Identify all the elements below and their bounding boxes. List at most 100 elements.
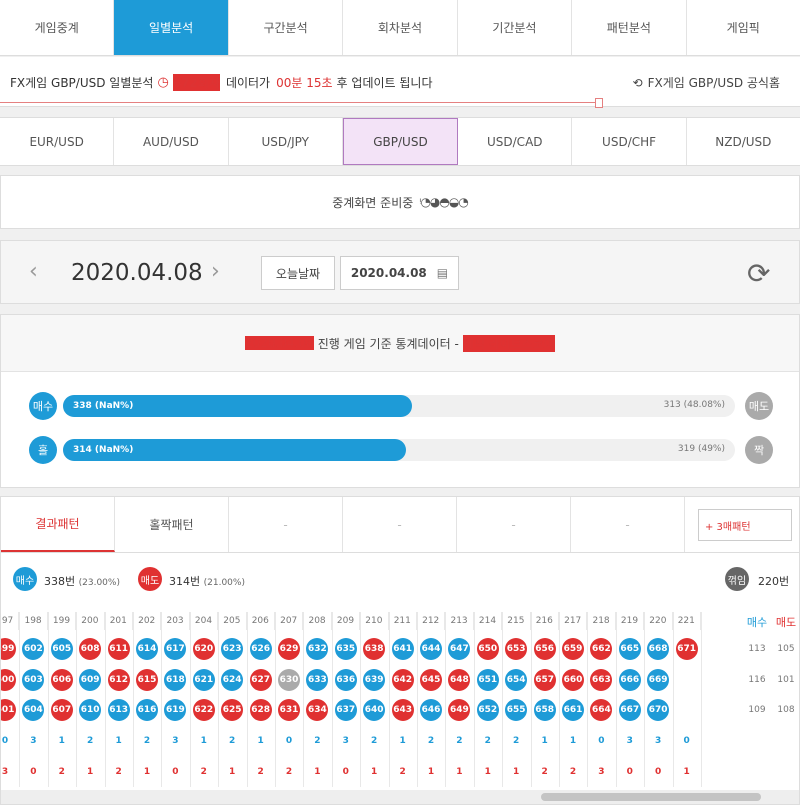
count-red: 2 (541, 767, 548, 777)
tab-0[interactable]: 게임중계 (0, 0, 115, 55)
time-text: 00분 15초 (276, 76, 333, 90)
grid-divider (502, 612, 504, 787)
info-middle: 데이터가 (225, 76, 271, 90)
horizontal-scrollbar[interactable] (1, 790, 799, 804)
currency-tab-6[interactable]: NZD/USD (687, 118, 800, 165)
count-blue: 3 (655, 736, 662, 746)
count-blue: 2 (229, 736, 236, 746)
result-ball: 665 (618, 638, 641, 660)
count-red: 0 (655, 767, 662, 777)
sell-pct: (21.00%) (203, 578, 245, 588)
result-ball: 636 (334, 669, 357, 691)
today-button[interactable]: 오늘날짜 (261, 256, 335, 290)
tab-4[interactable]: 기간분석 (458, 0, 573, 55)
right-badge: 짝 (745, 436, 773, 464)
count-red: 1 (513, 767, 520, 777)
pattern-tab-3[interactable]: - (343, 497, 457, 552)
result-ball: 622 (192, 699, 215, 721)
refresh-icon[interactable]: ⟳ (747, 257, 770, 290)
official-home-link[interactable]: ⟲ FX게임 GBP/USD 공식홈 (633, 74, 780, 91)
grid-divider (701, 612, 702, 787)
result-ball: 632 (306, 638, 329, 660)
result-ball: 638 (363, 638, 386, 660)
result-ball: 666 (618, 669, 641, 691)
count-red: 1 (143, 767, 151, 777)
result-ball: 604 (22, 699, 45, 721)
result-ball: 615 (136, 669, 158, 691)
result-ball: 609 (79, 669, 102, 691)
count-blue: 2 (456, 736, 463, 746)
tab-1[interactable]: 일별분석 (114, 0, 229, 55)
info-bar: FX게임 GBP/USD 일별분석 ◷ 672회차 데이터가 00분 15초 후… (0, 57, 800, 108)
column-header: 210 (360, 612, 389, 630)
result-ball: 654 (505, 669, 528, 691)
result-ball: 624 (221, 669, 244, 691)
next-date-icon[interactable]: › (211, 259, 220, 284)
count-red: 1 (371, 767, 378, 777)
pattern-tab-2[interactable]: - (229, 497, 343, 552)
top-tabs: 게임중계 일별분석 구간분석 회차분석 기간분석 패턴분석 게임픽 (0, 0, 800, 56)
side-value: 116 (748, 675, 766, 685)
grid-divider (47, 612, 49, 787)
count-blue: 2 (484, 736, 491, 746)
ratio-right-text: 319 (49%) (677, 444, 725, 454)
tab-3[interactable]: 회차분석 (343, 0, 458, 55)
grid-divider (417, 612, 418, 787)
result-ball: 619 (164, 699, 187, 721)
tab-6[interactable]: 게임픽 (687, 0, 800, 55)
pattern-tab-1[interactable]: 홀짝패턴 (115, 497, 229, 552)
count-red: 2 (399, 767, 406, 777)
ratio-row: 홀 314 (NaN%) 319 (49%) 짝 (29, 436, 773, 464)
scrollbar-thumb[interactable] (541, 793, 761, 801)
pattern-tab-0[interactable]: 결과패턴 (1, 497, 115, 552)
column-header: 205 (218, 612, 247, 630)
count-blue: 1 (58, 736, 65, 746)
result-ball: 650 (476, 638, 499, 660)
currency-tab-1[interactable]: AUD/USD (114, 118, 229, 165)
side-value: 108 (777, 705, 795, 715)
stats-source: 베픽 라이브스코어 (462, 334, 555, 352)
progress-line (0, 98, 603, 108)
side-value: 109 (748, 705, 766, 715)
result-ball: 620 (192, 638, 215, 660)
tab-2[interactable]: 구간분석 (229, 0, 344, 55)
stats-date: 2020.04.08 (245, 336, 314, 350)
column-header: 202 (133, 612, 162, 630)
grid-divider (161, 612, 163, 787)
column-header: 207 (275, 612, 304, 630)
column-header: 206 (247, 612, 275, 630)
grid-divider (303, 612, 305, 787)
right-badge: 매도 (745, 392, 773, 420)
result-ball: 623 (221, 638, 244, 660)
three-pattern-button[interactable]: + 3매패턴 (698, 509, 792, 541)
column-header: 218 (587, 612, 616, 630)
pattern-tab-5[interactable]: - (571, 497, 685, 552)
result-ball: 662 (590, 638, 613, 660)
currency-tab-0[interactable]: EUR/USD (0, 118, 115, 165)
buy-count: 338번 (44, 575, 76, 588)
ratio-fill: 338 (NaN%) (63, 395, 413, 417)
result-ball: 610 (79, 699, 102, 721)
count-blue: 2 (314, 736, 321, 746)
column-header: 203 (161, 612, 190, 630)
result-ball: 657 (533, 669, 556, 691)
result-ball: 645 (420, 669, 442, 691)
count-red: 1 (683, 767, 690, 777)
result-ball: 669 (647, 669, 670, 691)
result-ball: 667 (618, 699, 641, 721)
date-picker-value: 2020.04.08 (350, 266, 427, 280)
pattern-tab-4[interactable]: - (457, 497, 571, 552)
currency-tab-5[interactable]: USD/CHF (572, 118, 687, 165)
currency-tab-4[interactable]: USD/CAD (458, 118, 573, 165)
date-picker[interactable]: 2020.04.08 ▤ (340, 256, 459, 290)
ready-text: 중계화면 준비중 (332, 195, 414, 210)
currency-tab-3[interactable]: GBP/USD (342, 118, 459, 165)
count-red: 1 (87, 767, 94, 777)
tab-5[interactable]: 패턴분석 (572, 0, 687, 55)
column-header: 217 (559, 612, 588, 630)
result-ball: 601 (1, 699, 16, 721)
count-red: 2 (285, 767, 293, 777)
currency-tab-2[interactable]: USD/JPY (229, 118, 343, 165)
grid-divider (246, 612, 248, 787)
prev-date-icon[interactable]: ‹ (29, 259, 38, 284)
